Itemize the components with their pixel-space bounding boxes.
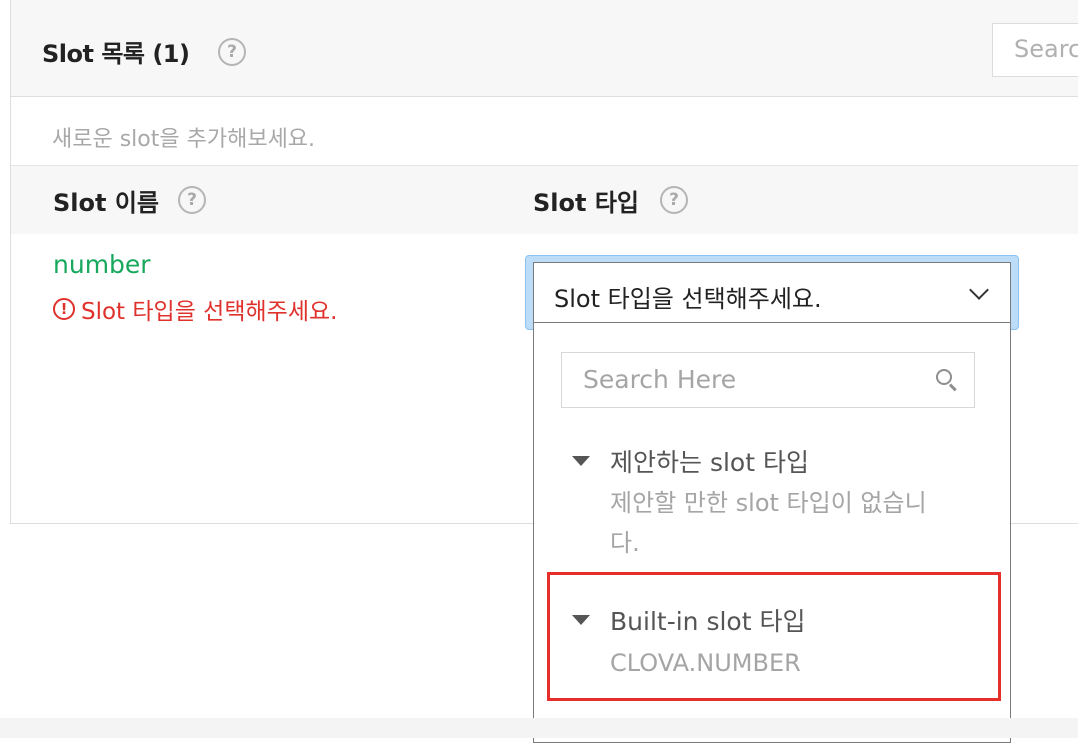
slot-error-text: Slot 타입을 선택해주세요. (81, 299, 338, 325)
error-icon: ! (53, 298, 75, 320)
chevron-down-icon (969, 280, 989, 300)
add-slot-hint: 새로운 slot을 추가해보세요. (52, 127, 316, 152)
slot-error-message: ! Slot 타입을 선택해주세요. (53, 292, 337, 326)
search-input[interactable]: Search (992, 23, 1078, 77)
slot-type-select-label: Slot 타입을 선택해주세요. (554, 285, 822, 313)
column-slot-type: Slot 타입 (533, 189, 639, 217)
page-title: Slot 목록 (1) (42, 40, 190, 68)
slot-name-value[interactable]: number (53, 250, 151, 279)
column-slot-name: Slot 이름 (53, 189, 159, 217)
group-suggested-label: 제안하는 slot 타입 (610, 448, 809, 477)
highlight-box (547, 572, 1001, 701)
group-suggested-empty: 제안할 만한 slot 타입이 없습니 다. (610, 489, 927, 557)
triangle-down-icon (572, 456, 590, 466)
footer-strip (0, 718, 1078, 738)
help-icon[interactable]: ? (178, 186, 206, 214)
slot-type-select[interactable]: Slot 타입을 선택해주세요. (533, 262, 1011, 323)
group-suggested[interactable]: 제안하는 slot 타입 (572, 443, 809, 479)
search-icon (936, 369, 952, 385)
add-slot-hint-row[interactable]: 새로운 slot을 추가해보세요. (11, 97, 1078, 166)
dropdown-search-input[interactable]: Search Here (561, 352, 975, 408)
help-icon[interactable]: ? (660, 186, 688, 214)
help-icon[interactable]: ? (218, 38, 246, 66)
dropdown-search-placeholder: Search Here (583, 365, 737, 394)
